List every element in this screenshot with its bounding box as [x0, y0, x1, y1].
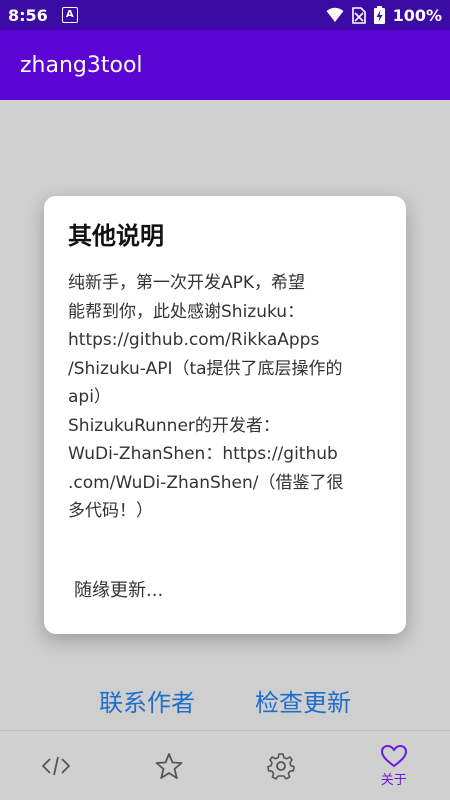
star-icon: [155, 752, 183, 779]
app-bar: zhang3tool: [0, 30, 450, 100]
battery-percent: 100%: [392, 5, 442, 25]
gear-icon: [267, 752, 296, 780]
dialog-title: 其他说明: [68, 222, 164, 250]
dialog-footer-text: 随缘更新...: [74, 580, 164, 601]
nav-item-code[interactable]: [0, 731, 113, 800]
heart-icon: [380, 744, 407, 767]
check-update-link[interactable]: 检查更新: [255, 683, 351, 719]
status-time: 8:56: [8, 5, 48, 25]
info-dialog: 其他说明 纯新手，第一次开发APK，希望 能帮到你，此处感谢Shizuku： h…: [44, 196, 406, 634]
bottom-navigation: 关于: [0, 730, 450, 800]
no-sim-icon: [351, 6, 366, 24]
app-title: zhang3tool: [20, 52, 143, 78]
nav-item-about[interactable]: 关于: [338, 731, 450, 800]
contact-author-link[interactable]: 联系作者: [99, 683, 195, 719]
wifi-icon: [326, 7, 344, 22]
battery-charging-icon: [373, 6, 385, 24]
a-badge-icon: A: [61, 7, 78, 23]
dialog-message: 纯新手，第一次开发APK，希望 能帮到你，此处感谢Shizuku： https:…: [68, 273, 344, 521]
nav-item-favorites[interactable]: [113, 731, 226, 800]
status-icons: 100%: [326, 6, 442, 25]
status-bar: 8:56 A 100%: [0, 0, 450, 30]
nav-label-about: 关于: [380, 772, 407, 788]
code-icon: [42, 756, 71, 775]
nav-item-settings[interactable]: [225, 731, 338, 800]
action-links: 联系作者 检查更新: [0, 683, 450, 719]
